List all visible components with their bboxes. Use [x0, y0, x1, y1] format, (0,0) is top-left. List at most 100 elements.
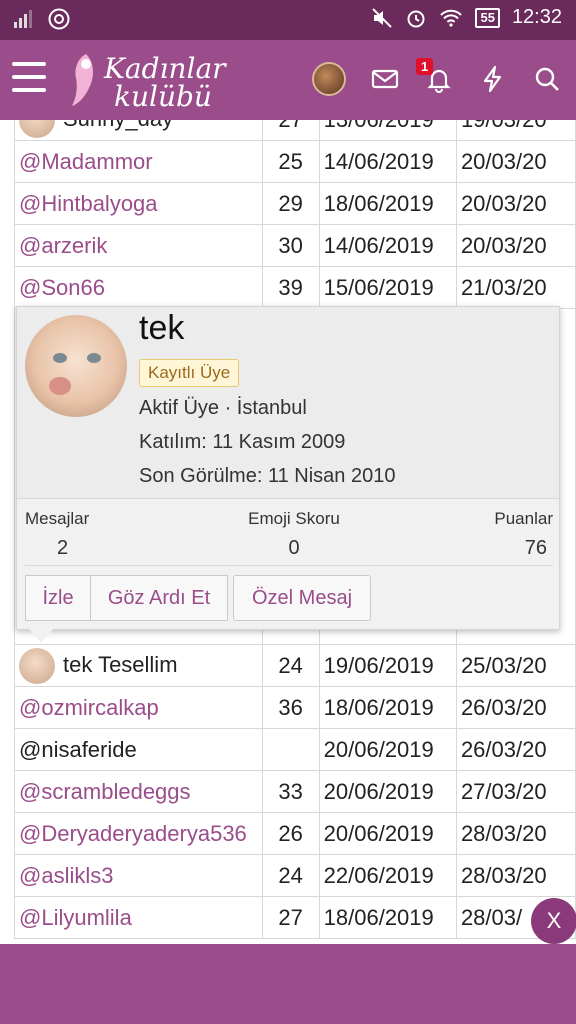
mute-icon — [372, 7, 393, 28]
join-date-cell: 18/06/2019 — [318, 896, 457, 939]
member-avatar[interactable] — [25, 315, 127, 417]
last-date-cell: 28/03/20 — [455, 812, 576, 855]
last-date-cell: 25/03/20 — [455, 644, 576, 687]
join-date-cell: 20/06/2019 — [318, 728, 457, 771]
member-name[interactable]: @ozmircalkap — [19, 695, 159, 720]
member-name-cell[interactable]: @ozmircalkap — [14, 686, 263, 729]
site-logo[interactable]: Kadınlar kulübü — [66, 48, 226, 113]
age-cell: 27 — [261, 120, 320, 141]
member-name-cell[interactable]: @arzerik — [14, 224, 263, 267]
member-name: Sunny_day — [63, 120, 173, 130]
member-joined: Katılım: 11 Kasım 2009 — [139, 431, 346, 453]
join-date-cell: 18/06/2019 — [318, 182, 457, 225]
divider — [25, 565, 553, 566]
last-date-cell: 20/03/20 — [455, 224, 576, 267]
search-icon[interactable] — [532, 64, 562, 94]
menu-icon[interactable] — [12, 62, 46, 92]
last-date-cell: 20/03/20 — [455, 182, 576, 225]
member-name[interactable]: @Son66 — [19, 275, 105, 300]
member-card-header: tek Kayıtlı Üye Aktif Üye · İstanbul Kat… — [17, 307, 559, 499]
last-date-cell: 26/03/20 — [455, 686, 576, 729]
member-name-cell: tek Tesellim — [14, 644, 263, 687]
signal-icon — [14, 10, 32, 28]
member-name-cell[interactable]: @scrambledeggs — [14, 770, 263, 813]
age-cell — [261, 728, 320, 771]
table-row: Sunny_day 2713/06/201919/03/20 — [14, 120, 576, 141]
join-date-cell: 19/06/2019 — [318, 644, 457, 687]
member-name[interactable]: @Hintbalyoga — [19, 191, 158, 216]
bottom-bar — [0, 944, 576, 1024]
envelope-icon[interactable] — [370, 64, 400, 94]
lightning-icon[interactable] — [478, 64, 508, 94]
age-cell: 29 — [261, 182, 320, 225]
notification-badge: 1 — [416, 58, 434, 75]
last-date-cell: 28/03/20 — [455, 854, 576, 897]
member-avatar[interactable] — [19, 120, 55, 138]
table-row: @scrambledeggs 33 20/06/2019 27/03/20 — [14, 770, 576, 813]
member-name[interactable]: @scrambledeggs — [19, 779, 191, 804]
table-row: @Son66 39 15/06/2019 21/03/20 — [14, 266, 576, 309]
member-name-cell: Sunny_day — [14, 120, 263, 141]
table-row: @Madammor 25 14/06/2019 20/03/20 — [14, 140, 576, 183]
table-row: @Hintbalyoga 29 18/06/2019 20/03/20 — [14, 182, 576, 225]
member-tooltip-card: tek Kayıtlı Üye Aktif Üye · İstanbul Kat… — [16, 306, 560, 643]
age-cell: 36 — [261, 686, 320, 729]
table-row: @Deryaderyaderya536 26 20/06/2019 28/03/20 — [14, 812, 576, 855]
battery-indicator: 55 — [475, 7, 500, 28]
member-last-seen: Son Görülme: 11 Nisan 2010 — [139, 465, 396, 487]
logo-figure-icon — [72, 54, 93, 106]
age-cell: 39 — [261, 266, 320, 309]
table-row: @ozmircalkap 36 18/06/2019 26/03/20 — [14, 686, 576, 729]
last-date-cell: 21/03/20 — [455, 266, 576, 309]
member-name-cell[interactable]: @Deryaderyaderya536 — [14, 812, 263, 855]
close-button[interactable]: X — [531, 898, 576, 944]
table-row: @arzerik 30 14/06/2019 20/03/20 — [14, 224, 576, 267]
member-name[interactable]: tek — [139, 309, 184, 348]
member-name-cell[interactable]: @Madammor — [14, 140, 263, 183]
table-row: @nisaferide 20/06/2019 26/03/20 — [14, 728, 576, 771]
app-header: Kadınlar kulübü 1 — [0, 40, 576, 120]
clock: 12:32 — [511, 6, 562, 28]
member-name[interactable]: @arzerik — [19, 233, 107, 258]
last-date-cell: 27/03/20 — [455, 770, 576, 813]
age-cell: 33 — [261, 770, 320, 813]
wifi-icon — [440, 9, 463, 27]
member-name-cell[interactable]: @Son66 — [14, 266, 263, 309]
member-name-cell: @nisaferide — [14, 728, 263, 771]
join-date-cell: 20/06/2019 — [318, 770, 457, 813]
member-name: @nisaferide — [19, 736, 137, 762]
alarm-icon — [407, 10, 425, 27]
last-date-cell: 19/03/20 — [455, 120, 576, 141]
follow-button[interactable]: İzle — [25, 575, 91, 621]
status-bar: 55 12:32 — [0, 0, 576, 40]
join-date-cell: 18/06/2019 — [318, 686, 457, 729]
join-date-cell: 13/06/2019 — [318, 120, 457, 141]
member-name-cell[interactable]: @Lilyumlila — [14, 896, 263, 939]
tooltip-pointer — [29, 629, 53, 643]
ignore-button[interactable]: Göz Ardı Et — [90, 575, 228, 621]
member-name-cell[interactable]: @Hintbalyoga — [14, 182, 263, 225]
member-role-badge: Kayıtlı Üye — [139, 359, 240, 387]
table-row: tek Tesellim 24 19/06/2019 25/03/20 — [14, 644, 576, 687]
age-cell: 24 — [261, 854, 320, 897]
member-name[interactable]: @Deryaderyaderya536 — [19, 821, 247, 846]
member-name[interactable]: @aslikls3 — [19, 863, 113, 888]
member-name[interactable]: @Lilyumlila — [19, 905, 132, 930]
last-date-cell: 20/03/20 — [455, 140, 576, 183]
member-name[interactable]: @Madammor — [19, 149, 153, 174]
logo-text-line2: kulübü — [114, 80, 212, 113]
age-cell: 24 — [261, 644, 320, 687]
member-status: Aktif Üye · İstanbul — [139, 397, 307, 419]
age-cell: 26 — [261, 812, 320, 855]
user-avatar[interactable] — [312, 62, 346, 96]
table-row: @aslikls3 24 22/06/2019 28/03/20 — [14, 854, 576, 897]
member-avatar[interactable] — [19, 647, 55, 684]
private-message-button[interactable]: Özel Mesaj — [233, 575, 371, 621]
member-name: tek Tesellim — [63, 651, 178, 677]
stat-emoji-score: Emoji Skoru 0 — [248, 509, 340, 559]
age-cell: 30 — [261, 224, 320, 267]
age-cell: 25 — [261, 140, 320, 183]
table-row: @Lilyumlila 27 18/06/2019 28/03/ — [14, 896, 576, 939]
member-name-cell[interactable]: @aslikls3 — [14, 854, 263, 897]
stat-points: Puanlar 76 — [494, 509, 553, 559]
